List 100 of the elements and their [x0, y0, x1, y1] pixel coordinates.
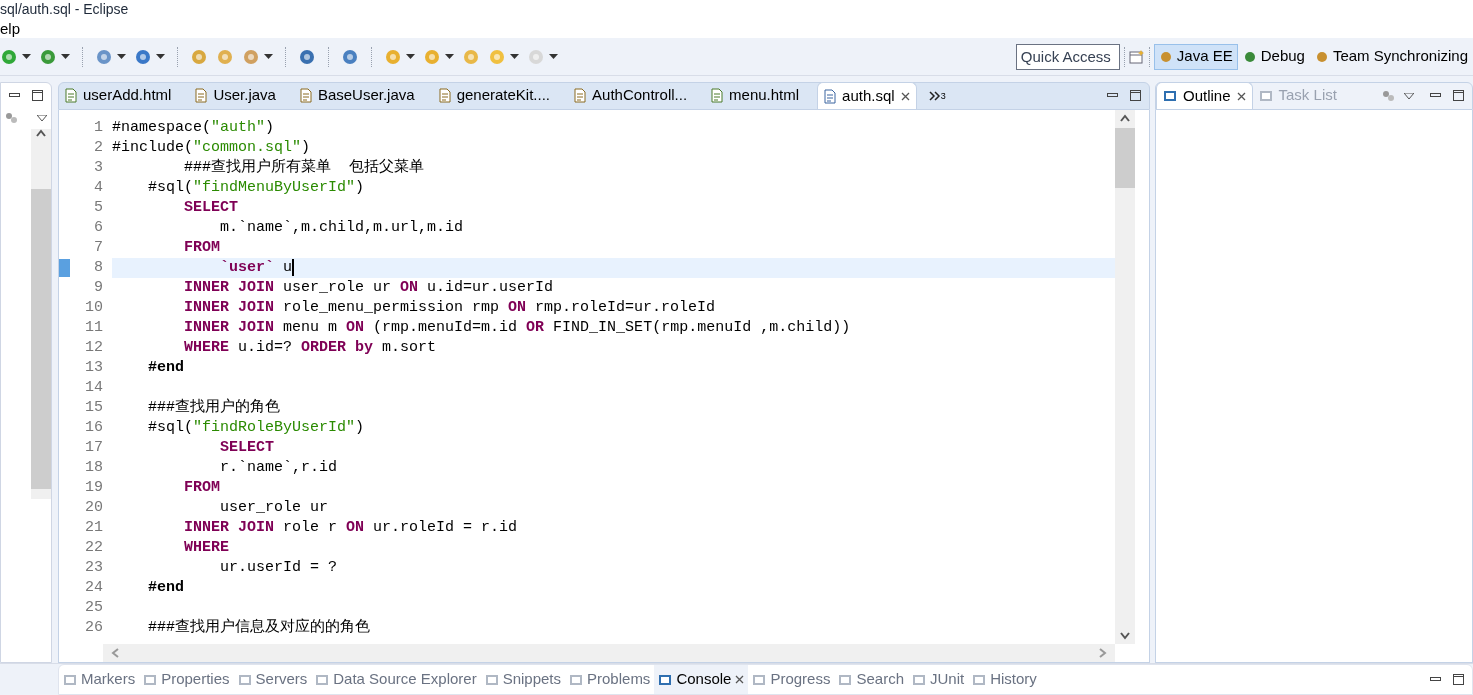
- code-line: ###查找用户信息及对应的的角色: [147, 618, 371, 638]
- view-icon: [752, 672, 767, 687]
- editor-tab[interactable]: generateKit....: [432, 82, 557, 109]
- view-icon: [315, 672, 330, 687]
- view-tab[interactable]: History: [968, 665, 1041, 694]
- perspective-icon: [1242, 49, 1257, 64]
- dropdown-caret-icon[interactable]: [61, 54, 70, 59]
- line-number: 11: [85, 318, 103, 338]
- code-line: r.`name`,r.id: [219, 458, 339, 478]
- scroll-down-icon[interactable]: [1120, 632, 1130, 640]
- dropdown-caret-icon[interactable]: [406, 54, 415, 59]
- editor-tab[interactable]: userAdd.html: [59, 82, 178, 109]
- view-menu-icon[interactable]: [37, 115, 47, 121]
- minimize-icon[interactable]: [1430, 677, 1441, 682]
- close-icon[interactable]: [735, 675, 745, 684]
- minimize-icon[interactable]: [1107, 93, 1118, 98]
- line-number: 18: [85, 458, 103, 478]
- perspective-button[interactable]: Java EE: [1153, 43, 1238, 70]
- view-tab[interactable]: Problems: [565, 665, 655, 694]
- minimize-icon[interactable]: [9, 92, 20, 98]
- view-icon: [237, 672, 252, 687]
- dropdown-caret-icon[interactable]: [117, 54, 126, 59]
- line-number: 19: [85, 478, 103, 498]
- view-icon: [1163, 89, 1177, 103]
- maximize-icon[interactable]: [1453, 674, 1464, 685]
- editor-tab[interactable]: BaseUser.java: [293, 82, 421, 109]
- code-line: ###查找用户的角色: [147, 398, 281, 418]
- view-icon: [658, 672, 673, 687]
- menu-item[interactable]: elp: [0, 20, 21, 36]
- line-number: 4: [94, 178, 103, 198]
- line-number: 9: [94, 278, 103, 298]
- maximize-icon[interactable]: [1130, 90, 1141, 101]
- file-icon: [299, 88, 312, 103]
- view-icon: [838, 672, 853, 687]
- line-number: 13: [85, 358, 103, 378]
- dropdown-caret-icon[interactable]: [22, 54, 31, 59]
- editor-tab[interactable]: User.java: [189, 82, 282, 109]
- view-tab[interactable]: Progress: [748, 665, 835, 694]
- line-number: 24: [85, 578, 103, 598]
- scroll-up-icon[interactable]: [36, 129, 46, 137]
- code-line: INNER JOIN menu m ON (rmp.menuId=m.id OR FIND_IN_SET(rmp.menuId ,m.child)): [183, 318, 852, 338]
- view-icon: [63, 672, 77, 687]
- file-icon: [574, 88, 587, 103]
- line-number: 22: [85, 538, 103, 558]
- scrollbar-thumb[interactable]: [31, 189, 51, 489]
- view-icon: [569, 672, 583, 687]
- view-tab[interactable]: Search: [834, 665, 908, 694]
- editor-tab[interactable]: auth.sql: [817, 82, 917, 109]
- code-line: m.`name`,m.child,m.url,m.id: [219, 218, 465, 238]
- line-number: 14: [85, 378, 103, 398]
- dropdown-caret-icon[interactable]: [156, 54, 165, 59]
- dropdown-caret-icon[interactable]: [549, 54, 558, 59]
- view-tab[interactable]: JUnit: [908, 665, 969, 694]
- minimize-icon[interactable]: [1430, 93, 1441, 98]
- chevron-icon[interactable]: [928, 90, 941, 101]
- line-number: 21: [85, 518, 103, 538]
- editor-tab[interactable]: AuthControll...: [568, 82, 694, 109]
- view-tab[interactable]: Outline: [1156, 82, 1253, 109]
- maximize-icon[interactable]: [32, 89, 43, 101]
- close-icon[interactable]: [900, 91, 910, 101]
- change-marker: [59, 259, 70, 277]
- code-line: SELECT: [219, 438, 276, 458]
- close-icon[interactable]: [1236, 91, 1246, 101]
- perspective-icon: [1158, 49, 1173, 64]
- code-line: WHERE u.id=? ORDER by m.sort: [183, 338, 438, 358]
- code-line: #include("common.sql"): [112, 138, 312, 158]
- view-icon: [912, 672, 926, 687]
- line-number: 17: [85, 438, 103, 458]
- line-number: 1: [94, 118, 103, 138]
- code-line: SELECT: [183, 198, 240, 218]
- view-tab[interactable]: Data Source Explorer: [311, 665, 481, 694]
- dropdown-caret-icon[interactable]: [445, 54, 454, 59]
- dropdown-caret-icon[interactable]: [264, 54, 273, 59]
- dropdown-caret-icon[interactable]: [510, 54, 519, 59]
- scrollbar[interactable]: [31, 129, 51, 499]
- maximize-icon[interactable]: [1453, 90, 1464, 101]
- code-line: INNER JOIN user_role ur ON u.id=ur.userId: [183, 278, 555, 298]
- perspective-button[interactable]: Team Synchronizing: [1309, 43, 1473, 70]
- quick-access-field[interactable]: Quick Access: [1015, 43, 1120, 70]
- view-tab[interactable]: Servers: [233, 665, 312, 694]
- view-tab[interactable]: Console: [654, 665, 749, 694]
- view-tab[interactable]: Properties: [139, 665, 234, 694]
- code-line: INNER JOIN role r ON ur.roleId = r.id: [183, 518, 519, 538]
- view-icon: [143, 672, 158, 687]
- view-tab[interactable]: Markers: [59, 665, 140, 694]
- line-number: 5: [94, 198, 103, 218]
- view-menu-icon[interactable]: [1404, 92, 1414, 99]
- scrollbar-thumb[interactable]: [1115, 128, 1135, 188]
- editor-tab[interactable]: menu.html: [705, 82, 806, 109]
- code-line: #namespace("auth"): [112, 118, 276, 138]
- code-line: #end: [147, 358, 185, 378]
- code-line: ur.userId = ?: [219, 558, 339, 578]
- view-icon: [484, 672, 499, 687]
- scroll-up-icon[interactable]: [1120, 114, 1130, 122]
- line-number: 16: [85, 418, 103, 438]
- view-tab[interactable]: Snippets: [480, 665, 565, 694]
- line-number: 8: [94, 258, 103, 278]
- perspective-button[interactable]: Debug: [1237, 43, 1310, 70]
- scrollbar[interactable]: [1115, 110, 1135, 644]
- code-line: #sql("findMenuByUserId"): [147, 178, 366, 198]
